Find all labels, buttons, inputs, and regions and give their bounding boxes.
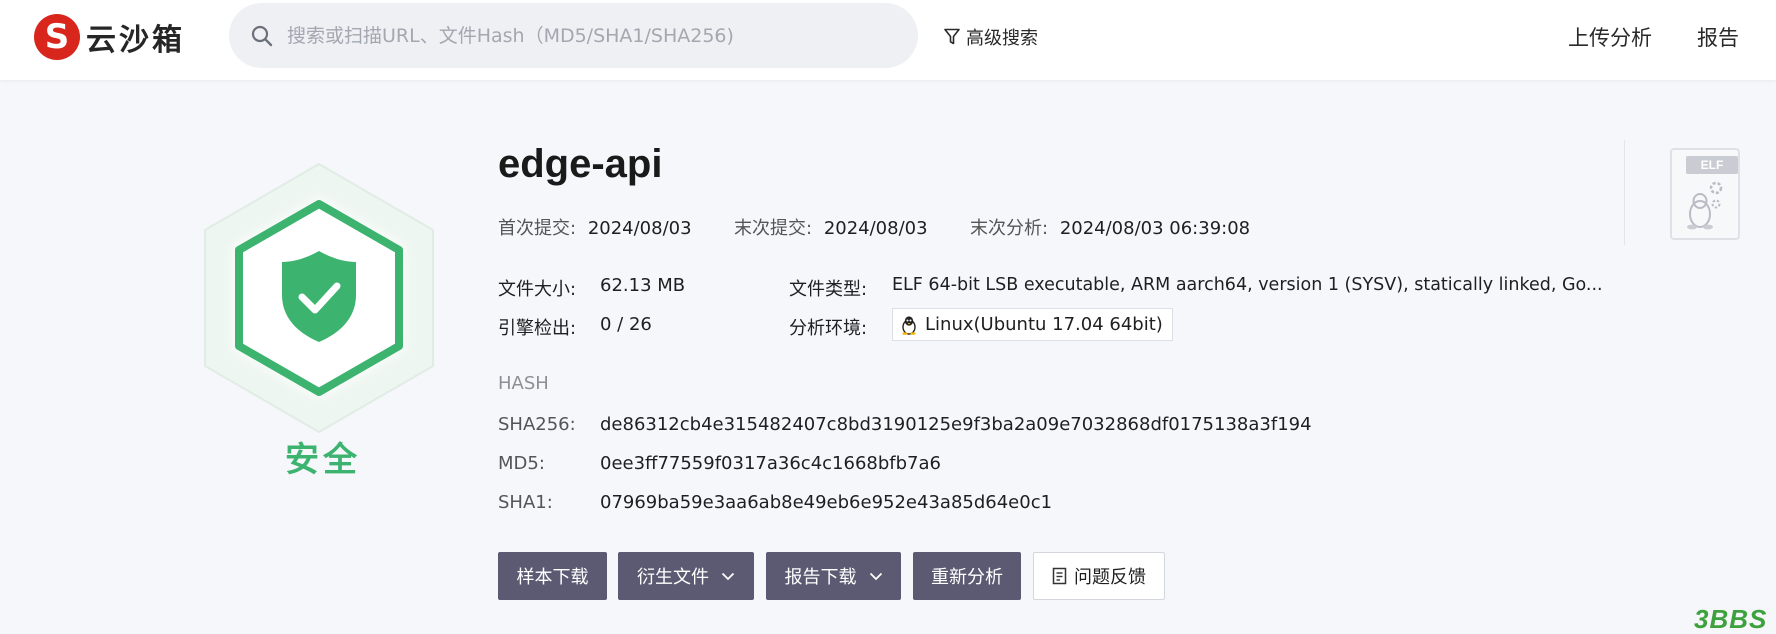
last-analysis-label: 末次分析:	[970, 218, 1049, 239]
last-submit: 末次提交: 2024/08/03	[734, 214, 928, 240]
sha1-value[interactable]: 07969ba59e3aa6ab8e49eb6e952e43a85d64e0c1	[600, 492, 1052, 513]
engine-detections-label: 引擎检出:	[498, 318, 577, 339]
engine-detections-value: 0 / 26	[600, 314, 652, 335]
elf-tag-label: ELF	[1700, 158, 1724, 172]
elf-tag: ELF	[1686, 156, 1738, 174]
file-size-label: 文件大小:	[498, 279, 577, 300]
first-submit: 首次提交: 2024/08/03	[498, 214, 692, 240]
watermark: 3BBS	[1694, 604, 1768, 634]
first-submit-value: 2024/08/03	[587, 218, 692, 239]
hash-heading: HASH	[498, 373, 549, 394]
md5-label: MD5:	[498, 453, 545, 474]
advanced-search-button[interactable]: 高级搜索	[944, 24, 1038, 50]
linux-file-icon	[1687, 181, 1723, 230]
filter-icon	[944, 28, 960, 45]
document-edit-icon	[1052, 567, 1067, 585]
search-bar[interactable]	[229, 3, 918, 68]
feedback-label: 问题反馈	[1074, 567, 1146, 588]
top-header: S 云沙箱 高级搜索 上传分析 报告	[0, 0, 1776, 80]
linux-penguin-icon	[902, 315, 916, 335]
sample-download-label: 样本下载	[516, 567, 589, 588]
file-name: edge-api	[498, 142, 663, 186]
file-size-value: 62.13 MB	[600, 275, 686, 296]
sha1-label: SHA1:	[498, 492, 553, 513]
verdict-label: 安全	[285, 440, 361, 480]
last-analysis-value: 2024/08/03 06:39:08	[1059, 218, 1251, 239]
analysis-env-badge: Linux(Ubuntu 17.04 64bit)	[892, 308, 1173, 341]
chevron-down-icon	[721, 572, 735, 580]
file-type-label: 文件类型:	[789, 279, 868, 300]
advanced-search-label: 高级搜索	[966, 28, 1038, 49]
derived-files-button[interactable]: 衍生文件	[618, 552, 754, 600]
sha256-label: SHA256:	[498, 414, 576, 435]
divider	[1624, 140, 1625, 245]
feedback-button[interactable]: 问题反馈	[1033, 552, 1165, 600]
elf-file-thumbnail: ELF	[1670, 148, 1740, 240]
logo-text: 云沙箱	[86, 23, 185, 58]
md5-value[interactable]: 0ee3ff77559f0317a36c4c1668bfb7a6	[600, 453, 941, 474]
sha256-value[interactable]: de86312cb4e315482407c8bd3190125e9f3ba2a0…	[600, 414, 1312, 435]
nav-report[interactable]: 报告	[1697, 22, 1739, 52]
reanalyze-button[interactable]: 重新分析	[913, 552, 1021, 600]
report-download-button[interactable]: 报告下载	[766, 552, 901, 600]
logo-icon: S	[34, 14, 80, 60]
logo[interactable]: S 云沙箱	[34, 14, 185, 60]
file-type-value: ELF 64-bit LSB executable, ARM aarch64, …	[892, 275, 1603, 295]
reanalyze-label: 重新分析	[931, 567, 1003, 588]
last-submit-value: 2024/08/03	[823, 218, 928, 239]
search-input[interactable]	[287, 24, 887, 47]
nav-upload-analysis[interactable]: 上传分析	[1568, 22, 1652, 52]
chevron-down-icon	[869, 572, 882, 580]
safe-shield-icon	[204, 163, 434, 433]
sample-download-button[interactable]: 样本下载	[498, 552, 607, 600]
last-submit-label: 末次提交:	[734, 218, 813, 239]
analysis-env-label: 分析环境:	[789, 318, 868, 339]
analysis-env-value: Linux(Ubuntu 17.04 64bit)	[925, 314, 1163, 335]
report-download-label: 报告下载	[784, 567, 857, 588]
last-analysis: 末次分析: 2024/08/03 06:39:08	[970, 214, 1250, 240]
search-icon	[251, 25, 273, 46]
first-submit-label: 首次提交:	[498, 218, 577, 239]
derived-files-label: 衍生文件	[637, 567, 709, 588]
